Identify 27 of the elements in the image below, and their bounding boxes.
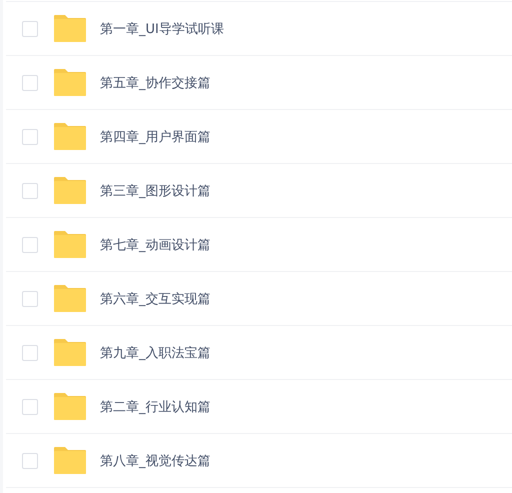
folder-name[interactable]: 第六章_交互实现篇	[100, 290, 210, 308]
folder-name[interactable]: 第四章_用户界面篇	[100, 128, 210, 146]
folder-icon	[54, 393, 86, 420]
folder-icon	[54, 231, 86, 258]
checkbox[interactable]	[22, 452, 38, 468]
folder-name[interactable]: 第七章_动画设计篇	[100, 236, 210, 254]
folder-name[interactable]: 第八章_视觉传达篇	[100, 452, 210, 470]
checkbox[interactable]	[22, 398, 38, 414]
checkbox[interactable]	[22, 20, 38, 36]
folder-icon	[54, 123, 86, 150]
folder-name[interactable]: 第九章_入职法宝篇	[100, 344, 210, 362]
checkbox[interactable]	[22, 74, 38, 90]
folder-icon	[54, 15, 86, 42]
checkbox[interactable]	[22, 290, 38, 306]
folder-name[interactable]: 第五章_协作交接篇	[100, 74, 210, 92]
folder-name[interactable]: 第三章_图形设计篇	[100, 182, 210, 200]
folder-icon	[54, 177, 86, 204]
checkbox[interactable]	[22, 128, 38, 144]
checkbox[interactable]	[22, 344, 38, 360]
checkbox[interactable]	[22, 182, 38, 198]
folder-icon	[54, 285, 86, 312]
folder-icon	[54, 447, 86, 474]
folder-icon	[54, 339, 86, 366]
folder-icon	[54, 69, 86, 96]
checkbox[interactable]	[22, 236, 38, 252]
folder-name[interactable]: 第二章_行业认知篇	[100, 398, 210, 416]
folder-name[interactable]: 第一章_UI导学试听课	[100, 20, 224, 38]
